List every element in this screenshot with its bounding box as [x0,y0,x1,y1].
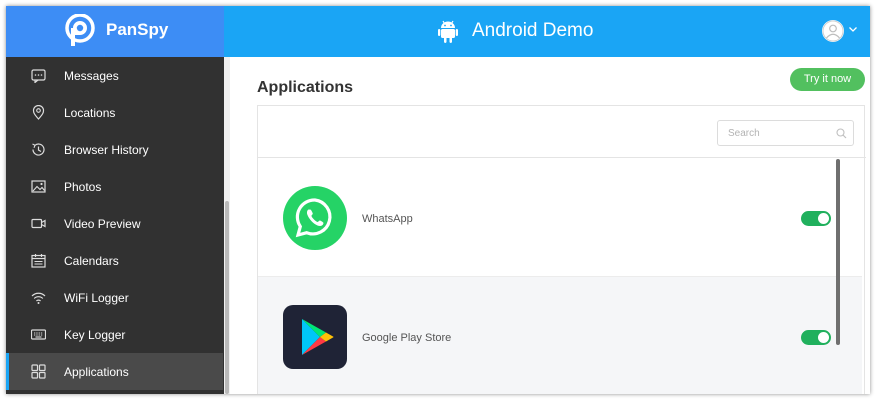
sidebar-item-wifi-logger[interactable]: WiFi Logger [6,279,223,316]
keyboard-icon [31,329,46,340]
brand-name: PanSpy [106,20,169,39]
app-toggle-google-play-store[interactable] [801,330,831,345]
grid-icon [31,364,46,379]
content-scrollbar-thumb[interactable] [836,159,840,345]
app-toggle-whatsapp[interactable] [801,211,831,226]
sidebar-item-label: Photos [64,180,102,194]
device-title: Android Demo [472,20,594,41]
toggle-knob [818,213,829,224]
sidebar-item-browser-history[interactable]: Browser History [6,131,223,168]
message-icon [31,69,46,83]
sidebar-item-label: Locations [64,106,116,120]
user-avatar[interactable] [822,20,844,42]
sidebar-item-label: Browser History [64,143,149,157]
try-it-now-button[interactable]: Try it now [790,68,865,91]
sidebar-item-photos[interactable]: Photos [6,168,223,205]
sidebar-item-video-preview[interactable]: Video Preview [6,205,223,242]
sidebar-item-label: Applications [64,365,129,379]
video-camera-icon [31,218,46,229]
app-name: Google Play Store [362,332,452,344]
page-title: Applications [257,79,354,96]
search-input[interactable] [728,128,828,139]
location-pin-icon [32,105,45,120]
app-name: WhatsApp [362,213,413,225]
wifi-icon [31,292,46,304]
top-bar: Android Demo [224,6,870,57]
sidebar-item-label: Calendars [64,254,119,268]
app-window: PanSpy Android Demo Messages Locations B… [6,6,870,394]
sidebar-item-label: Key Logger [64,328,126,342]
google-play-icon [283,305,347,369]
sidebar-item-messages[interactable]: Messages [6,57,223,94]
sidebar-item-label: Messages [64,69,119,83]
sidebar: Messages Locations Browser History Photo… [6,57,224,394]
user-icon [822,20,844,42]
clock-icon [32,143,45,156]
sidebar-item-label: WiFi Logger [64,291,129,305]
sidebar-item-calendars[interactable]: Calendars [6,242,223,279]
applications-panel: WhatsApp Google Play Store [257,105,866,394]
app-row: WhatsApp [258,158,862,277]
sidebar-item-key-logger[interactable]: Key Logger [6,316,223,353]
sidebar-item-locations[interactable]: Locations [6,94,223,131]
chevron-down-icon[interactable] [848,24,858,34]
brand-header[interactable]: PanSpy [6,6,224,57]
toggle-knob [818,332,829,343]
sidebar-scrollbar-thumb[interactable] [225,201,229,394]
sidebar-item-label: Video Preview [64,217,141,231]
calendar-icon [31,254,46,268]
android-icon [438,20,458,43]
main-content: Applications Try it now WhatsApp [230,57,870,394]
whatsapp-icon [283,186,347,250]
app-row: Google Play Store [258,277,862,394]
photo-icon [31,180,46,193]
search-icon[interactable] [836,128,847,139]
search-box[interactable] [717,120,854,146]
panspy-logo-icon [65,14,95,46]
sidebar-item-applications[interactable]: Applications [6,353,223,390]
